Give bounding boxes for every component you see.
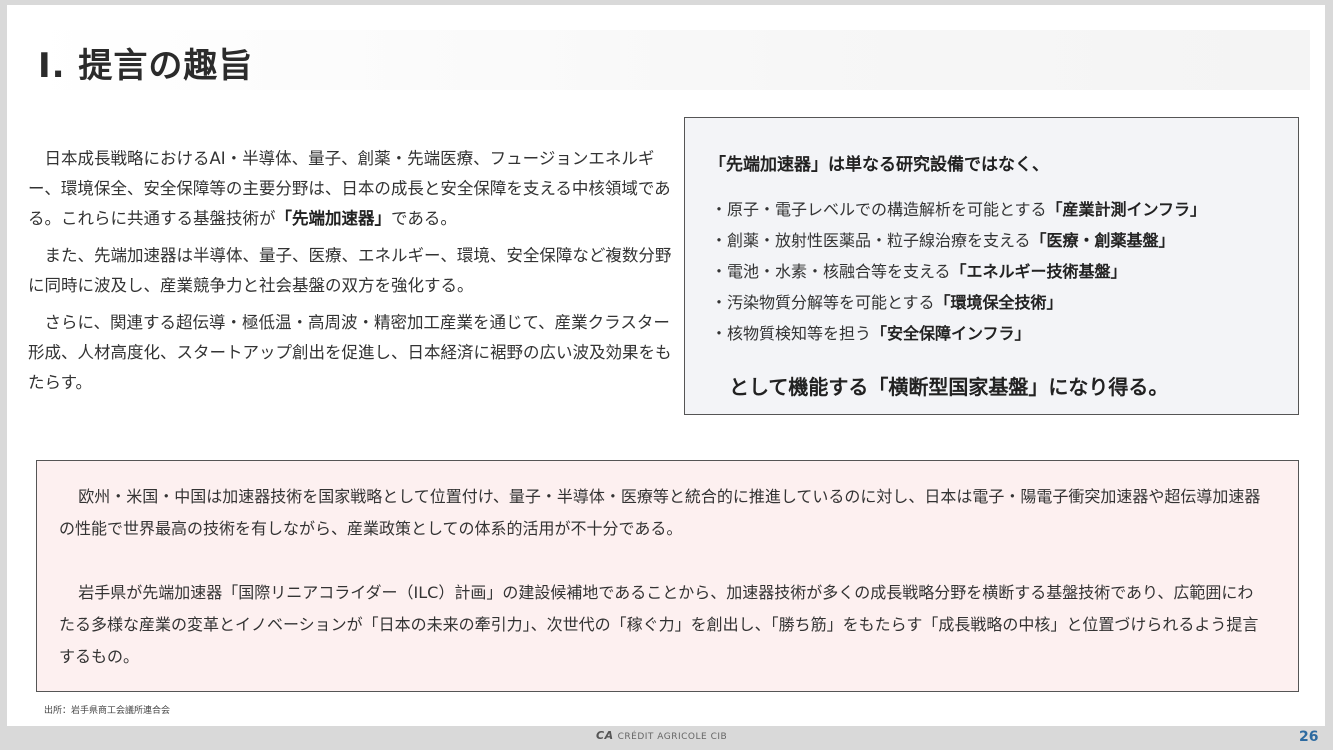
footer-logo-text: CRÉDIT AGRICOLE CIB — [617, 732, 728, 742]
summary-box-conclusion: として機能する「横断型国家基盤」になり得る。 — [729, 375, 1169, 399]
summary-box-heading: 「先端加速器」は単なる研究設備ではなく、 — [709, 155, 1049, 175]
left-paragraph-3: さらに、関連する超伝導・極低温・高周波・精密加工産業を通じて、産業クラスター形成… — [28, 313, 672, 392]
list-item: ・原子・電子レベルでの構造解析を可能とする「産業計測インフラ」 — [711, 194, 1206, 225]
left-paragraph-2: また、先端加速器は半導体、量子、医療、エネルギー、環境、安全保障など複数分野に同… — [28, 246, 672, 295]
list-item-text: ・創薬・放射性医薬品・粒子線治療を支える — [711, 231, 1031, 250]
page-title: I. 提言の趣旨 — [38, 46, 254, 86]
proposal-box: 欧州・米国・中国は加速器技術を国家戦略として位置付け、量子・半導体・医療等と統合… — [36, 460, 1299, 692]
list-item-highlight: 「安全保障インフラ」 — [871, 324, 1031, 343]
list-item-text: ・汚染物質分解等を可能とする — [711, 293, 935, 312]
list-item: ・汚染物質分解等を可能とする「環境保全技術」 — [711, 287, 1206, 318]
summary-box: 「先端加速器」は単なる研究設備ではなく、 ・原子・電子レベルでの構造解析を可能と… — [684, 117, 1299, 415]
list-item: ・核物質検知等を担う「安全保障インフラ」 — [711, 318, 1206, 349]
footer-logo: CA CRÉDIT AGRICOLE CIB — [596, 729, 727, 742]
proposal-text: 欧州・米国・中国は加速器技術を国家戦略として位置付け、量子・半導体・医療等と統合… — [59, 481, 1269, 673]
list-item-highlight: 「医療・創薬基盤」 — [1030, 231, 1175, 250]
left-text-block: 日本成長戦略におけるAI・半導体、量子、創薬・先端医療、フュージョンエネルギー、… — [28, 144, 673, 405]
list-item-highlight: 「環境保全技術」 — [934, 293, 1063, 312]
list-item-text: ・原子・電子レベルでの構造解析を可能とする — [711, 200, 1047, 219]
left-paragraph-1: 日本成長戦略におけるAI・半導体、量子、創薬・先端医療、フュージョンエネルギー、… — [28, 144, 673, 234]
page-number: 26 — [1299, 729, 1319, 745]
list-item-text: ・核物質検知等を担う — [711, 324, 872, 343]
source-note: 出所：岩手県商工会議所連合会 — [44, 706, 171, 716]
list-item-highlight: 「エネルギー技術基盤」 — [950, 262, 1127, 281]
proposal-paragraph-1: 欧州・米国・中国は加速器技術を国家戦略として位置付け、量子・半導体・医療等と統合… — [59, 487, 1261, 538]
list-item: ・創薬・放射性医薬品・粒子線治療を支える「医療・創薬基盤」 — [711, 225, 1206, 256]
proposal-paragraph-2: 岩手県が先端加速器「国際リニアコライダー（ILC）計画」の建設候補地であることか… — [59, 583, 1259, 666]
left-paragraph-1-highlight: 「先端加速器」 — [275, 209, 392, 228]
list-item-text: ・電池・水素・核融合等を支える — [711, 262, 951, 281]
left-paragraph-1-end: である。 — [391, 209, 457, 228]
list-item: ・電池・水素・核融合等を支える「エネルギー技術基盤」 — [711, 256, 1206, 287]
credit-agricole-logo-icon: CA — [596, 729, 614, 742]
summary-box-list: ・原子・電子レベルでの構造解析を可能とする「産業計測インフラ」 ・創薬・放射性医… — [711, 194, 1206, 349]
list-item-highlight: 「産業計測インフラ」 — [1046, 200, 1207, 219]
